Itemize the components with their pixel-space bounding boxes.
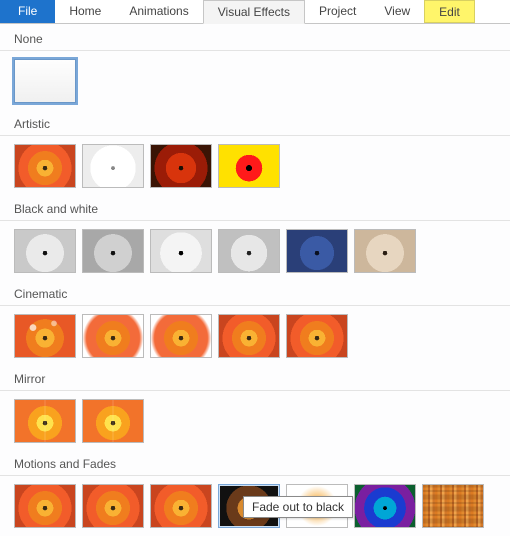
effect-none[interactable] [14, 59, 76, 103]
tab-project[interactable]: Project [305, 0, 370, 23]
effect-bokeh[interactable] [14, 314, 76, 358]
category-header-mirror: Mirror [0, 366, 510, 391]
category-row-cinematic [0, 306, 510, 366]
effect-edge-detection[interactable] [150, 144, 212, 188]
effect-glow[interactable] [218, 314, 280, 358]
effect-bw-light[interactable] [14, 229, 76, 273]
effect-warm-glow[interactable] [14, 144, 76, 188]
effect-bloom[interactable] [286, 314, 348, 358]
effect-mirror-vertical[interactable] [82, 399, 144, 443]
effect-bw-high[interactable] [150, 229, 212, 273]
category-header-motions: Motions and Fades [0, 451, 510, 476]
category-header-bw: Black and white [0, 196, 510, 221]
effect-gallery: None Artistic Black and white Cinematic … [0, 24, 510, 536]
category-row-mirror [0, 391, 510, 451]
tab-view[interactable]: View [370, 0, 424, 23]
category-row-artistic [0, 136, 510, 196]
effect-vignette-white[interactable] [82, 314, 144, 358]
effect-cool-tone[interactable] [286, 229, 348, 273]
effect-pan[interactable] [14, 484, 76, 528]
tab-home[interactable]: Home [55, 0, 115, 23]
effect-diamond[interactable] [82, 144, 144, 188]
tab-edit[interactable]: Edit [424, 0, 475, 23]
effect-posterize[interactable] [218, 144, 280, 188]
effect-zoom-in[interactable] [82, 484, 144, 528]
category-row-bw [0, 221, 510, 281]
tab-visual-effects[interactable]: Visual Effects [203, 0, 305, 24]
effect-bw-mid[interactable] [82, 229, 144, 273]
ribbon-tabs: File Home Animations Visual Effects Proj… [0, 0, 510, 24]
category-header-cinematic: Cinematic [0, 281, 510, 306]
tooltip: Fade out to black [243, 496, 353, 518]
category-row-none [0, 51, 510, 111]
tab-animations[interactable]: Animations [115, 0, 202, 23]
category-header-artistic: Artistic [0, 111, 510, 136]
effect-bw-soft[interactable] [218, 229, 280, 273]
effect-pixelate[interactable] [422, 484, 484, 528]
category-header-none: None [0, 26, 510, 51]
effect-hue-cycle[interactable] [354, 484, 416, 528]
tab-file[interactable]: File [0, 0, 55, 23]
effect-zoom-out[interactable] [150, 484, 212, 528]
effect-vignette-soft[interactable] [150, 314, 212, 358]
effect-mirror-horizontal[interactable] [14, 399, 76, 443]
effect-sepia[interactable] [354, 229, 416, 273]
